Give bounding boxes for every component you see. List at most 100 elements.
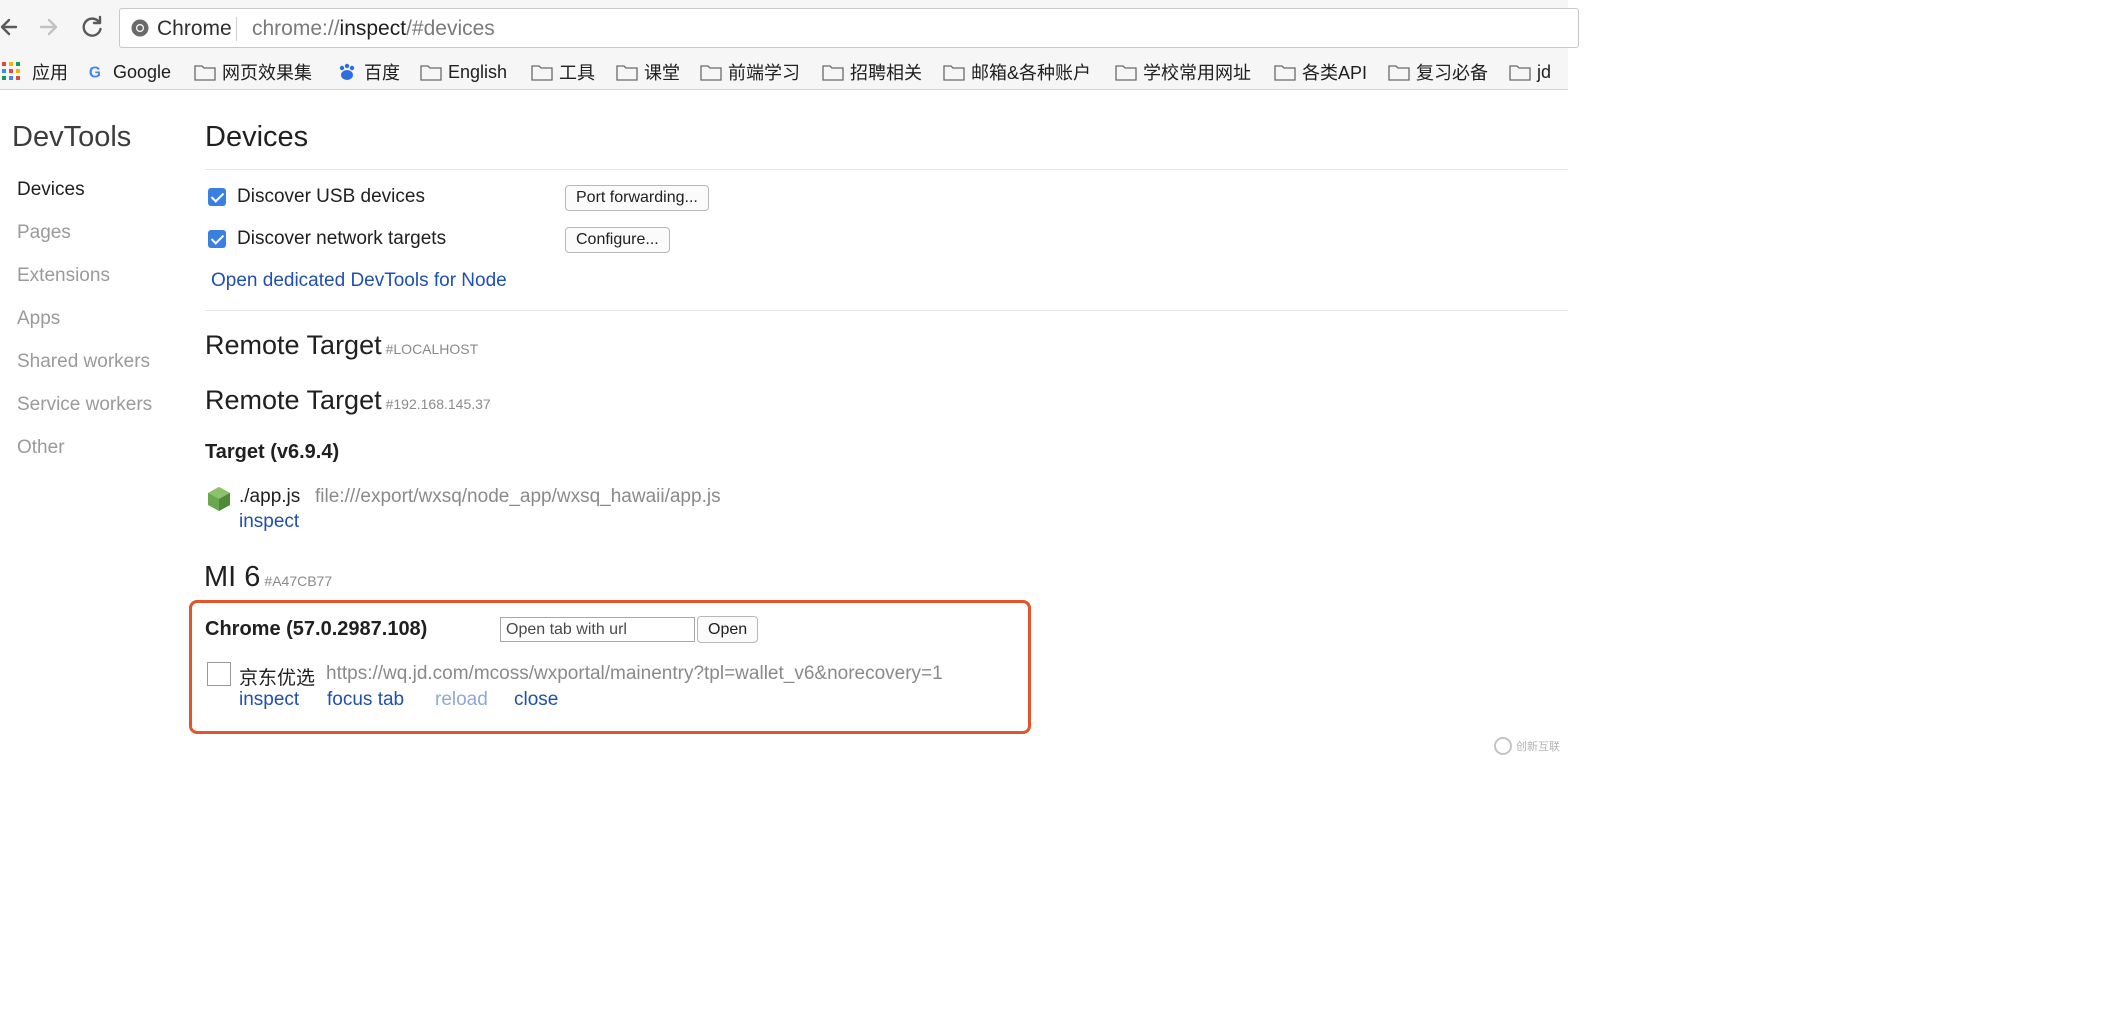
back-button[interactable]	[0, 10, 28, 44]
bookmark-baidu[interactable]: 百度	[336, 58, 400, 86]
site-chip: Chrome	[157, 17, 232, 40]
google-icon: G	[89, 64, 101, 81]
bookmark-folder[interactable]: 网页效果集	[194, 58, 312, 86]
sidebar-item-shared-workers[interactable]: Shared workers	[17, 351, 150, 373]
remote-target-tag: #192.168.145.37	[385, 396, 491, 412]
page-name: 京东优选	[239, 668, 316, 689]
open-tab-url-input[interactable]	[500, 617, 695, 642]
bookmark-label: Google	[113, 61, 172, 82]
reload-link[interactable]: reload	[435, 689, 488, 711]
sidebar-item-apps[interactable]: Apps	[17, 308, 60, 330]
divider	[205, 310, 1568, 311]
port-forwarding-button[interactable]: Port forwarding...	[565, 185, 709, 211]
app-url: file:///export/wxsq/node_app/wxsq_hawaii…	[315, 486, 721, 507]
forward-arrow-icon	[39, 18, 58, 36]
bookmark-label: 前端学习	[728, 63, 800, 83]
chrome-logo-icon	[131, 19, 149, 37]
remote-target-title: Remote Target #192.168.145.37	[205, 385, 491, 415]
svg-text:G: G	[89, 64, 101, 81]
back-arrow-icon	[0, 18, 18, 36]
folder-icon	[1274, 65, 1296, 81]
remote-target-title: Remote Target #LOCALHOST	[205, 330, 479, 360]
bookmark-folder[interactable]: jd	[1509, 58, 1551, 86]
bookmark-label: English	[448, 61, 508, 82]
reload-button[interactable]	[75, 10, 109, 44]
focus-tab-link[interactable]: focus tab	[327, 689, 404, 711]
address-bar[interactable]: Chrome chrome://inspect/#devices	[119, 8, 1579, 48]
sidebar-item-other[interactable]: Other	[17, 437, 65, 459]
discover-network-label: Discover network targets	[237, 228, 447, 249]
folder-icon	[420, 65, 442, 81]
open-node-devtools-link[interactable]: Open dedicated DevTools for Node	[211, 270, 507, 292]
bookmark-label: 课堂	[644, 63, 680, 83]
bookmark-folder[interactable]: 前端学习	[700, 58, 800, 86]
bookmark-label: 应用	[32, 63, 68, 83]
bookmark-folder[interactable]: 复习必备	[1388, 58, 1488, 86]
bookmark-label: 招聘相关	[850, 63, 922, 83]
watermark: 创新互联	[1494, 732, 1568, 760]
bookmark-folder[interactable]: 邮箱&各种账户	[943, 58, 1091, 86]
page-inspect-link[interactable]: inspect	[239, 689, 299, 711]
folder-icon	[700, 65, 722, 81]
apps-grid-icon	[2, 62, 22, 82]
bookmark-label: 各类API	[1302, 63, 1368, 83]
bookmark-google[interactable]: G Google	[87, 58, 171, 86]
device-browser-name: Chrome (57.0.2987.108)	[205, 618, 428, 640]
close-link[interactable]: close	[514, 689, 558, 711]
folder-icon	[1388, 65, 1410, 81]
bookmark-label: 百度	[364, 63, 400, 83]
device-tag: #A47CB77	[264, 573, 333, 589]
discover-usb-option[interactable]: Discover USB devices	[208, 186, 425, 208]
page-title: Devices	[205, 121, 309, 153]
folder-icon	[822, 65, 844, 81]
discover-usb-label: Discover USB devices	[237, 186, 425, 207]
bookmark-label: 网页效果集	[222, 63, 312, 83]
forward-button[interactable]	[33, 10, 67, 44]
bookmark-folder[interactable]: 课堂	[616, 58, 680, 86]
app-inspect-link[interactable]: inspect	[239, 511, 299, 533]
sidebar-item-extensions[interactable]: Extensions	[17, 265, 110, 287]
bookmark-folder[interactable]: English	[420, 58, 507, 86]
sidebar-item-service-workers[interactable]: Service workers	[17, 394, 152, 416]
bookmark-folder[interactable]: 工具	[531, 58, 595, 86]
configure-button[interactable]: Configure...	[565, 227, 670, 253]
open-tab-button[interactable]: Open	[697, 616, 759, 643]
discover-network-option[interactable]: Discover network targets	[208, 228, 446, 250]
divider	[205, 169, 1568, 170]
page-checkbox[interactable]	[207, 662, 231, 686]
bookmarks-bar: 应用 G Google 网页效果集 百度 English 工具 课堂 前端学习 …	[0, 53, 1568, 90]
folder-icon	[531, 65, 553, 81]
browser-toolbar: Chrome chrome://inspect/#devices	[0, 0, 1579, 53]
page-url: https://wq.jd.com/mcoss/wxportal/mainent…	[326, 663, 943, 684]
discover-usb-checkbox[interactable]	[208, 188, 226, 206]
bookmark-folder[interactable]: 招聘相关	[822, 58, 922, 86]
bookmark-folder[interactable]: 学校常用网址	[1115, 58, 1251, 86]
folder-icon	[616, 65, 638, 81]
bookmark-label: 邮箱&各种账户	[971, 63, 1092, 83]
bookmark-label: 学校常用网址	[1143, 63, 1251, 83]
watermark-text: 创新互联	[1516, 741, 1560, 753]
remote-target-tag: #LOCALHOST	[385, 341, 479, 357]
bookmark-apps[interactable]: 应用	[2, 58, 68, 86]
watermark-logo-icon	[1494, 737, 1512, 755]
folder-icon	[943, 65, 965, 81]
url-divider	[236, 17, 237, 41]
device-title: MI 6 #A47CB77	[204, 561, 333, 593]
bookmark-folder[interactable]: 各类API	[1274, 58, 1367, 86]
url-text[interactable]: chrome://inspect/#devices	[252, 17, 495, 41]
baidu-icon	[339, 63, 355, 80]
nodejs-hexagon-icon	[208, 487, 230, 511]
sidebar-item-devices[interactable]: Devices	[17, 179, 85, 201]
folder-icon	[1509, 65, 1531, 81]
reload-icon	[82, 15, 102, 37]
app-name: ./app.js	[239, 486, 301, 507]
folder-icon	[1115, 65, 1137, 81]
bookmark-label: 复习必备	[1416, 63, 1488, 83]
bookmark-label: jd	[1537, 61, 1552, 82]
bookmark-label: 工具	[559, 63, 595, 83]
sidebar-item-pages[interactable]: Pages	[17, 222, 71, 244]
sidebar-title: DevTools	[12, 121, 132, 153]
folder-icon	[194, 65, 216, 81]
discover-network-checkbox[interactable]	[208, 230, 226, 248]
target-title: Target (v6.9.4)	[205, 441, 340, 463]
